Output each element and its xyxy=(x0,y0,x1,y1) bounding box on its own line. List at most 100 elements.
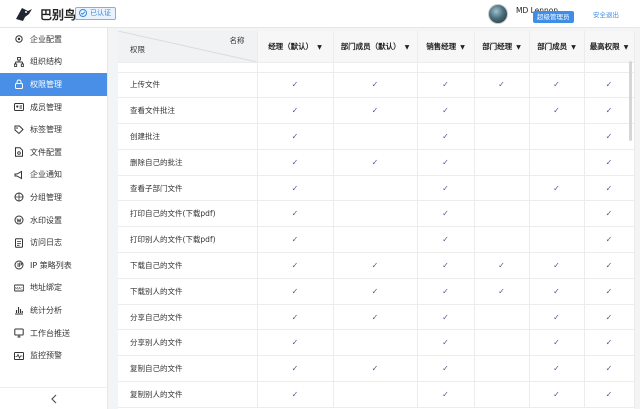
permission-cell[interactable]: ✓ xyxy=(529,175,585,202)
permission-cell[interactable]: ✓ xyxy=(417,123,475,150)
permission-cell[interactable]: ✓ xyxy=(333,149,418,176)
sidebar-item[interactable]: 组织结构 xyxy=(0,51,107,74)
permission-cell[interactable] xyxy=(474,175,530,202)
permission-cell[interactable]: ✓ xyxy=(529,304,585,331)
permission-cell[interactable]: ✓ xyxy=(417,304,475,331)
permission-cell[interactable]: ✓ xyxy=(584,355,635,383)
sidebar-item[interactable]: 文件配置 xyxy=(0,141,107,164)
permission-cell[interactable]: ✓ xyxy=(333,252,418,279)
permission-cell[interactable] xyxy=(474,329,530,357)
permission-cell[interactable]: ✓ xyxy=(474,252,530,279)
permission-cell[interactable]: ✓ xyxy=(417,381,475,408)
permission-cell[interactable]: ✓ xyxy=(529,355,585,383)
collapse-sidebar-button[interactable] xyxy=(0,387,108,409)
permission-cell[interactable]: ✓ xyxy=(257,278,334,305)
permission-cell[interactable]: ✓ xyxy=(584,72,635,99)
caret-down-icon[interactable]: ▼ xyxy=(516,44,521,51)
permission-cell[interactable]: ✓ xyxy=(529,278,585,305)
permission-cell[interactable]: ✓ xyxy=(584,97,635,125)
permission-cell[interactable] xyxy=(474,149,530,176)
permission-cell[interactable]: ✓ xyxy=(257,355,334,383)
sidebar-item[interactable]: 企业通知 xyxy=(0,164,107,187)
permission-cell[interactable]: ✓ xyxy=(333,97,418,125)
permission-cell[interactable]: ✓ xyxy=(584,175,635,202)
permission-cell[interactable]: ✓ xyxy=(257,175,334,202)
column-header[interactable]: 部门成员 ▼ xyxy=(529,31,585,63)
permission-cell[interactable] xyxy=(333,123,418,150)
permission-cell[interactable]: ✓ xyxy=(417,329,475,357)
sidebar-item[interactable]: 权限管理 xyxy=(0,73,107,96)
column-header[interactable]: 销售经理 ▼ xyxy=(417,31,475,63)
permission-cell[interactable]: ✓ xyxy=(257,329,334,357)
permission-cell[interactable]: ✓ xyxy=(529,252,585,279)
permission-cell[interactable] xyxy=(333,175,418,202)
permission-cell[interactable]: ✓ xyxy=(333,355,418,383)
permission-cell[interactable]: ✓ xyxy=(584,200,635,228)
permission-cell[interactable]: ✓ xyxy=(584,226,635,254)
sidebar-item[interactable]: 成员管理 xyxy=(0,96,107,119)
permission-cell[interactable]: ✓ xyxy=(257,97,334,125)
permission-cell[interactable]: ✓ xyxy=(257,149,334,176)
permission-cell[interactable]: ✓ xyxy=(417,226,475,254)
caret-down-icon[interactable]: ▼ xyxy=(405,44,410,51)
permission-cell[interactable]: ✓ xyxy=(417,252,475,279)
column-header[interactable]: 部门成员（默认） ▼ xyxy=(333,31,418,63)
permission-cell[interactable] xyxy=(474,226,530,254)
column-header[interactable]: 经理（默认） ▼ xyxy=(257,31,334,63)
permission-cell[interactable]: ✓ xyxy=(529,329,585,357)
permission-cell[interactable]: ✓ xyxy=(474,72,530,99)
permission-cell[interactable]: ✓ xyxy=(584,329,635,357)
sidebar-item[interactable]: MAC 地址绑定 xyxy=(0,277,107,300)
permission-cell[interactable] xyxy=(529,149,585,176)
permission-cell[interactable]: ✓ xyxy=(333,304,418,331)
permission-cell[interactable]: ✓ xyxy=(417,278,475,305)
logout-link[interactable]: 安全退出 xyxy=(593,9,619,19)
permission-cell[interactable]: ✓ xyxy=(529,72,585,99)
vertical-scrollbar[interactable] xyxy=(629,61,632,141)
caret-down-icon[interactable]: ▼ xyxy=(624,44,629,51)
sidebar-item[interactable]: 统计分析 xyxy=(0,299,107,322)
permission-cell[interactable] xyxy=(474,381,530,408)
permission-cell[interactable]: ✓ xyxy=(257,304,334,331)
sidebar-item[interactable]: 标签管理 xyxy=(0,118,107,141)
permission-cell[interactable]: ✓ xyxy=(257,252,334,279)
permission-cell[interactable]: ✓ xyxy=(417,97,475,125)
permission-cell[interactable]: ✓ xyxy=(417,72,475,99)
role-badge-button[interactable]: 超级管理员 xyxy=(533,11,574,23)
permission-cell[interactable]: ✓ xyxy=(417,149,475,176)
permission-cell[interactable]: ✓ xyxy=(257,123,334,150)
permission-cell[interactable]: ✓ xyxy=(529,381,585,408)
permission-cell[interactable] xyxy=(333,226,418,254)
column-header[interactable]: 最高权限 ▼ xyxy=(584,31,635,63)
caret-down-icon[interactable]: ▼ xyxy=(460,44,465,51)
permission-cell[interactable] xyxy=(474,123,530,150)
permission-cell[interactable]: ✓ xyxy=(529,97,585,125)
sidebar-item[interactable]: 访问日志 xyxy=(0,231,107,254)
permission-cell[interactable] xyxy=(333,381,418,408)
permission-cell[interactable]: ✓ xyxy=(474,278,530,305)
caret-down-icon[interactable]: ▼ xyxy=(317,44,322,51)
caret-down-icon[interactable]: ▼ xyxy=(571,44,576,51)
permission-cell[interactable]: ✓ xyxy=(584,149,635,176)
permission-cell[interactable]: ✓ xyxy=(584,304,635,331)
permission-cell[interactable]: ✓ xyxy=(333,278,418,305)
sidebar-item[interactable]: 分组管理 xyxy=(0,186,107,209)
permission-cell[interactable]: ✓ xyxy=(257,72,334,99)
column-header[interactable]: 部门经理 ▼ xyxy=(474,31,530,63)
sidebar-item[interactable]: 监控预警 xyxy=(0,344,107,367)
permission-cell[interactable]: ✓ xyxy=(417,175,475,202)
permission-cell[interactable]: ✓ xyxy=(584,123,635,150)
sidebar-item[interactable]: 企业配置 xyxy=(0,28,107,51)
permission-cell[interactable] xyxy=(474,304,530,331)
permission-cell[interactable] xyxy=(333,329,418,357)
permission-cell[interactable] xyxy=(474,355,530,383)
permission-cell[interactable]: ✓ xyxy=(417,200,475,228)
sidebar-item[interactable]: 水印设置 xyxy=(0,209,107,232)
permission-cell[interactable] xyxy=(474,200,530,228)
permission-cell[interactable]: ✓ xyxy=(584,278,635,305)
permission-cell[interactable]: ✓ xyxy=(584,381,635,408)
permission-cell[interactable] xyxy=(529,200,585,228)
permission-cell[interactable] xyxy=(474,97,530,125)
permission-cell[interactable] xyxy=(529,123,585,150)
permission-cell[interactable]: ✓ xyxy=(584,252,635,279)
